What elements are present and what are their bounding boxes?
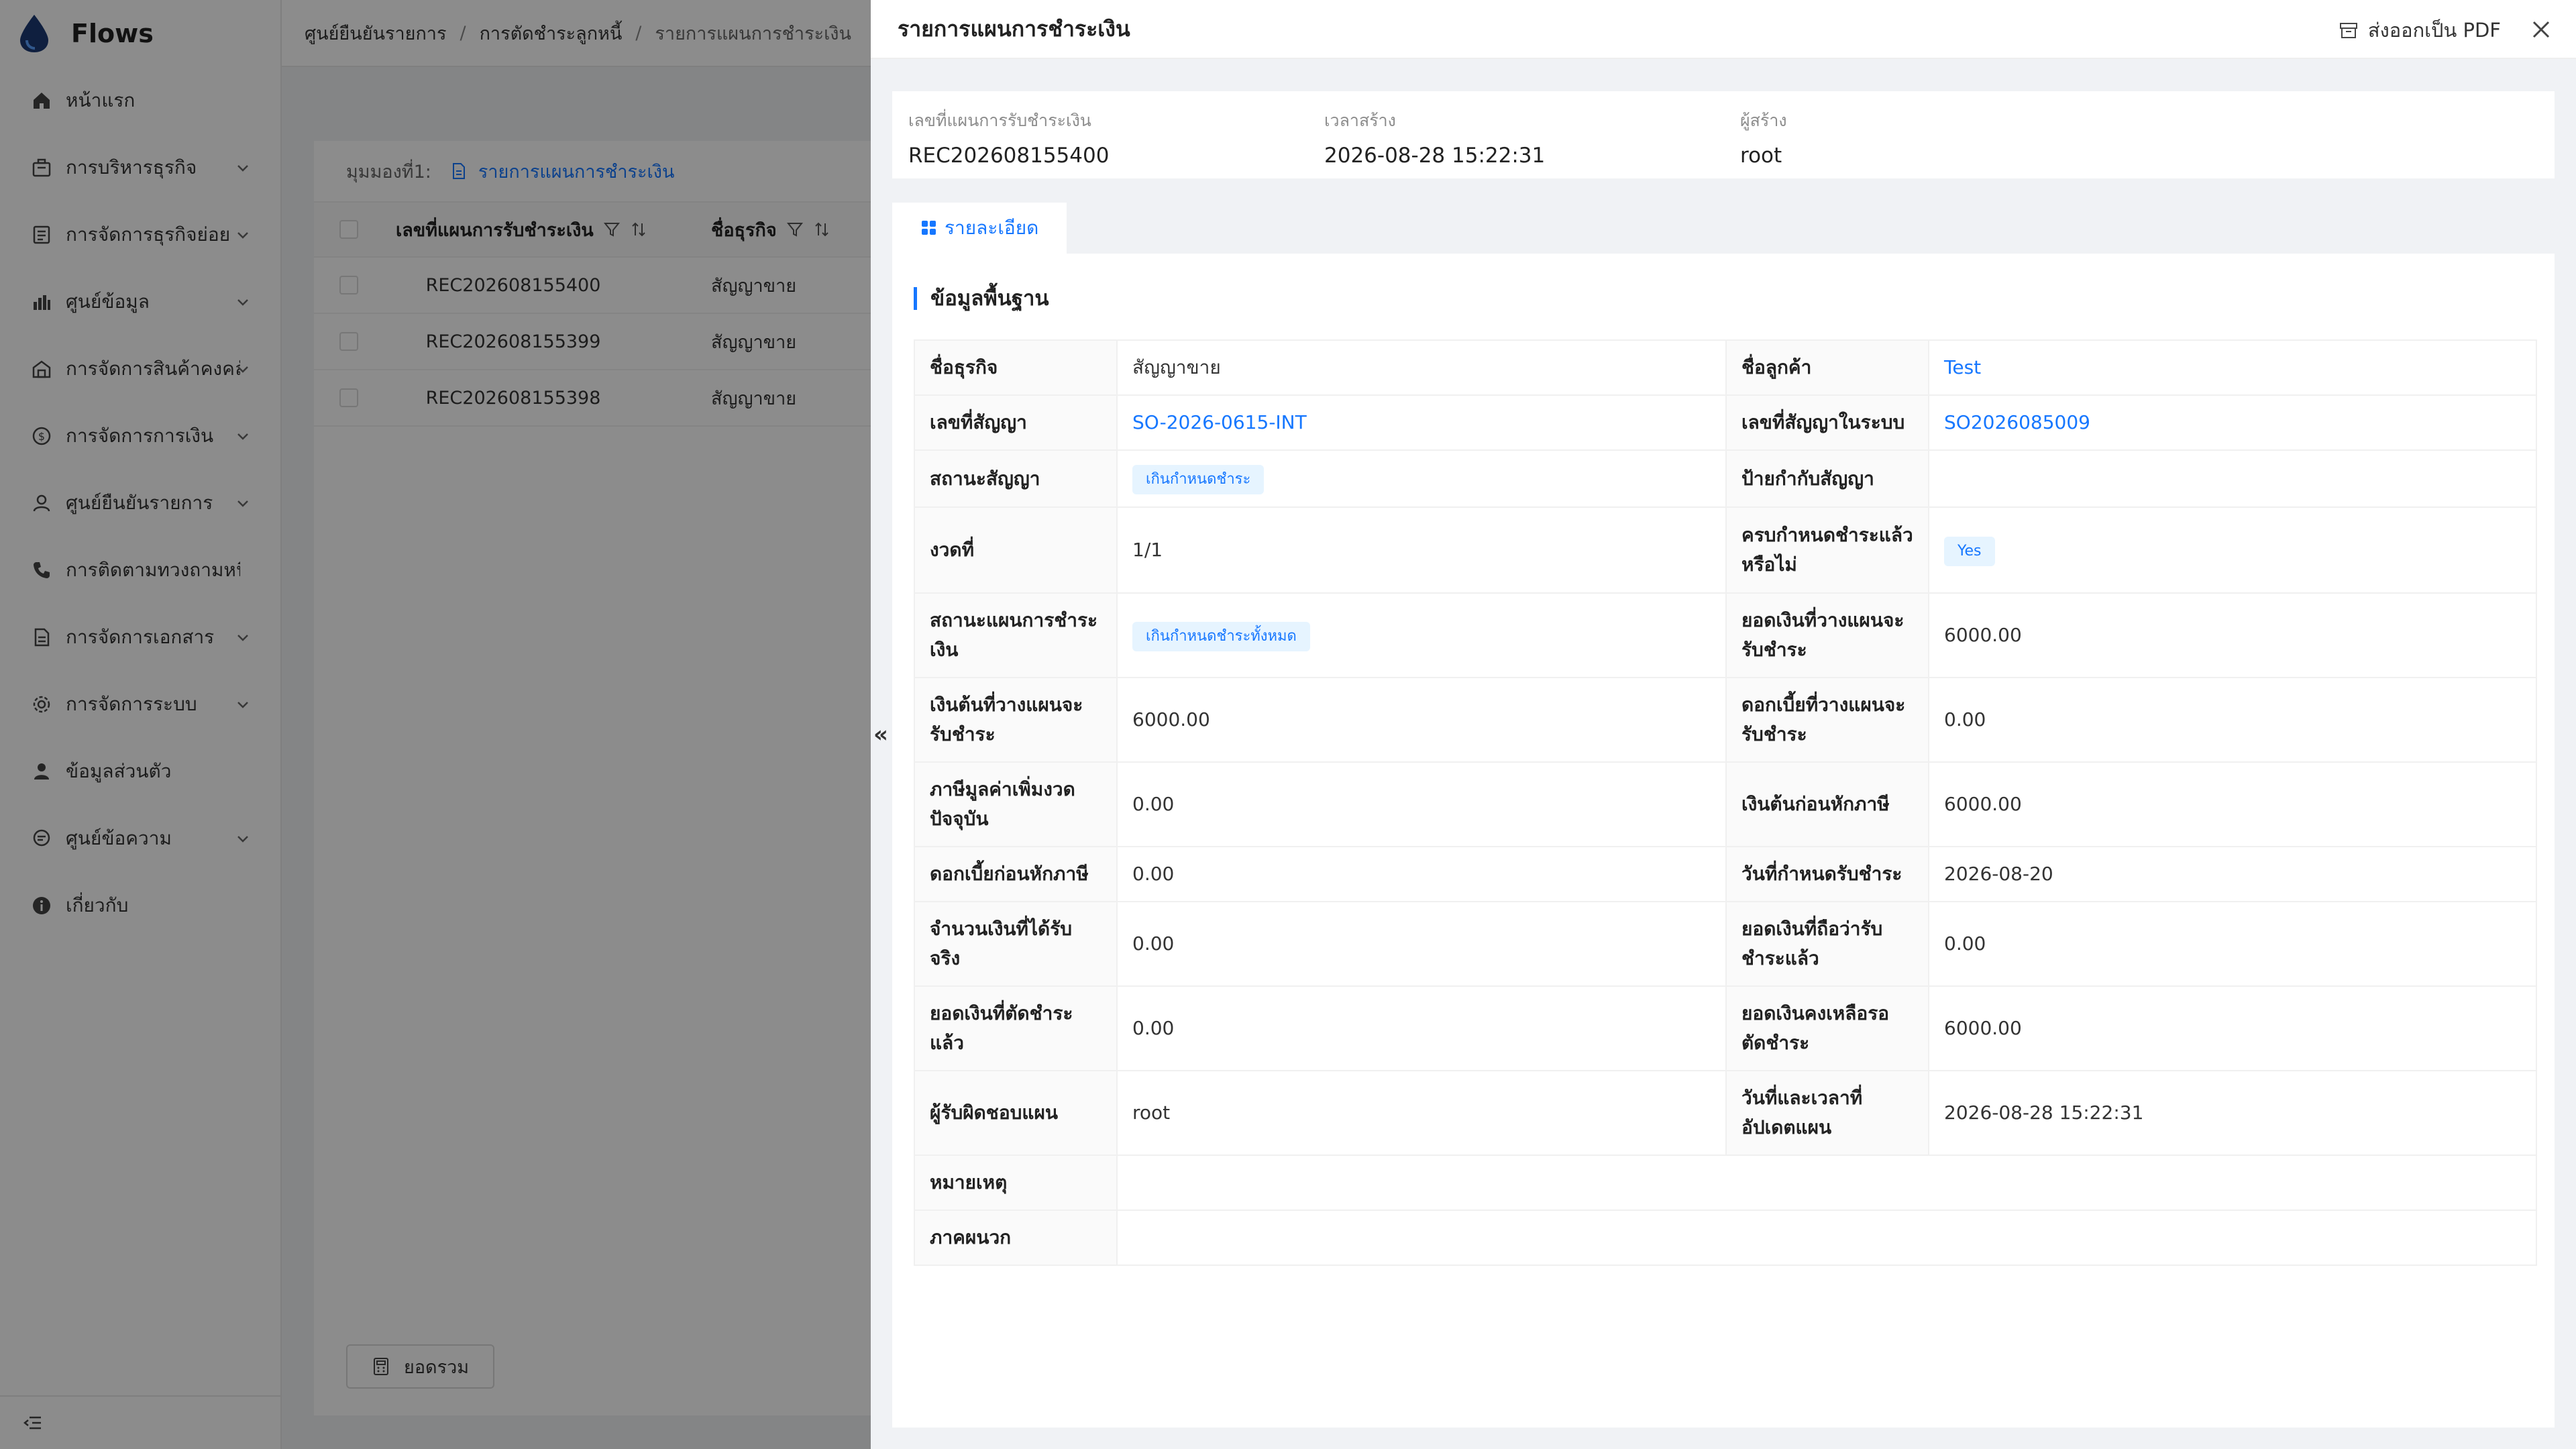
field-label: ยอดเงินที่วางแผนจะรับชำระ	[1725, 592, 1929, 678]
basic-info-table: ชื่อธุรกิจ สัญญาขาย ชื่อลูกค้า Test เลขท…	[914, 339, 2537, 1266]
field-label: ภาษีมูลค่าเพิ่มงวดปัจจุบัน	[914, 761, 1118, 847]
field-label: หมายเหตุ	[914, 1155, 1118, 1211]
field-value: 6000.00	[1928, 592, 2537, 678]
drawer-tabs: รายละเอียด	[892, 203, 1067, 254]
link-text: SO-2026-0615-INT	[1132, 411, 1307, 433]
field-value: 0.00	[1116, 761, 1727, 847]
field-value: 0.00	[1116, 846, 1727, 902]
info-row: ชื่อธุรกิจ สัญญาขาย ชื่อลูกค้า Test	[914, 339, 2537, 396]
archive-icon	[2339, 23, 2357, 38]
export-pdf-label: ส่งออกเป็น PDF	[2367, 19, 2501, 42]
field-label: จำนวนเงินที่ได้รับจริง	[914, 901, 1118, 987]
field-value: สัญญาขาย	[1116, 339, 1727, 396]
field-value: 0.00	[1116, 901, 1727, 987]
info-row-remark: หมายเหตุ	[914, 1155, 2537, 1211]
field-label: ครบกำหนดชำระแล้วหรือไม่	[1725, 506, 1929, 594]
field-value: 2026-08-20	[1928, 846, 2537, 902]
info-row: ยอดเงินที่ตัดชำระแล้ว 0.00 ยอดเงินคงเหลื…	[914, 985, 2537, 1071]
info-row: จำนวนเงินที่ได้รับจริง 0.00 ยอดเงินที่ถื…	[914, 901, 2537, 987]
field-label: ดอกเบี้ยก่อนหักภาษี	[914, 846, 1118, 902]
field-value: 0.00	[1116, 985, 1727, 1071]
field-label: ยอดเงินที่ถือว่ารับชำระแล้ว	[1725, 901, 1929, 987]
status-badge: เกินกำหนดชำระทั้งหมด	[1132, 621, 1310, 651]
tab-details[interactable]: รายละเอียด	[892, 203, 1067, 254]
field-label: ชื่อลูกค้า	[1725, 339, 1929, 396]
meta-card: เลขที่แผนการรับชำระเงิน REC202608155400 …	[892, 91, 2555, 178]
info-row: ภาษีมูลค่าเพิ่มงวดปัจจุบัน 0.00 เงินต้นก…	[914, 761, 2537, 847]
section-title: ข้อมูลพื้นฐาน	[914, 287, 1049, 310]
field-value: root	[1116, 1070, 1727, 1156]
status-badge: เกินกำหนดชำระ	[1132, 465, 1265, 494]
field-label: ชื่อธุรกิจ	[914, 339, 1118, 396]
meta-creator: ผู้สร้าง root	[1740, 107, 1787, 168]
field-value: 0.00	[1928, 901, 2537, 987]
field-value: 6000.00	[1928, 761, 2537, 847]
drawer-collapse-handle[interactable]: «	[871, 718, 891, 751]
field-label: ผู้รับผิดชอบแผน	[914, 1070, 1118, 1156]
field-label: ดอกเบี้ยที่วางแผนจะรับชำระ	[1725, 677, 1929, 763]
field-value: 6000.00	[1928, 985, 2537, 1071]
info-row: เลขที่สัญญา SO-2026-0615-INT เลขที่สัญญา…	[914, 394, 2537, 451]
field-label: เงินต้นที่วางแผนจะรับชำระ	[914, 677, 1118, 763]
info-row: งวดที่ 1/1 ครบกำหนดชำระแล้วหรือไม่ Yes	[914, 506, 2537, 594]
drawer-title: รายการแผนการชำระเงิน	[898, 15, 1130, 42]
customer-name-link[interactable]: Test	[1928, 339, 2537, 396]
detail-card: ข้อมูลพื้นฐาน ชื่อธุรกิจ สัญญาขาย ชื่อลู…	[892, 254, 2555, 1428]
info-row: ดอกเบี้ยก่อนหักภาษี 0.00 วันที่กำหนดรับช…	[914, 846, 2537, 902]
field-label: เลขที่สัญญาในระบบ	[1725, 394, 1929, 451]
field-value	[1928, 449, 2537, 508]
info-row: เงินต้นที่วางแผนจะรับชำระ 6000.00 ดอกเบี…	[914, 677, 2537, 763]
field-value: Yes	[1928, 506, 2537, 594]
meta-plan-no: เลขที่แผนการรับชำระเงิน REC202608155400	[908, 107, 1109, 168]
contract-no-link[interactable]: SO-2026-0615-INT	[1116, 394, 1727, 451]
field-label: วันที่กำหนดรับชำระ	[1725, 846, 1929, 902]
field-value: 6000.00	[1116, 677, 1727, 763]
yes-badge: Yes	[1944, 536, 1995, 566]
detail-drawer: รายการแผนการชำระเงิน ส่งออกเป็น PDF « เล…	[871, 0, 2576, 1449]
field-value: เกินกำหนดชำระ	[1116, 449, 1727, 508]
link-text: SO2026085009	[1944, 411, 2090, 433]
meta-value: REC202608155400	[908, 144, 1110, 168]
meta-label: เวลาสร้าง	[1324, 111, 1396, 130]
system-contract-no-link[interactable]: SO2026085009	[1928, 394, 2537, 451]
link-text: Test	[1944, 356, 1982, 378]
info-row: ผู้รับผิดชอบแผน root วันที่และเวลาที่อัป…	[914, 1070, 2537, 1156]
field-label: ป้ายกำกับสัญญา	[1725, 449, 1929, 508]
tab-label: รายละเอียด	[945, 217, 1039, 239]
field-label: ยอดเงินที่ตัดชำระแล้ว	[914, 985, 1118, 1071]
field-label: สถานะแผนการชำระเงิน	[914, 592, 1118, 678]
info-row-attachment: ภาคผนวก	[914, 1210, 2537, 1266]
field-label: งวดที่	[914, 506, 1118, 594]
field-label: วันที่และเวลาที่อัปเดตแผน	[1725, 1070, 1929, 1156]
remark-value	[1116, 1155, 2537, 1211]
grid-icon	[922, 221, 936, 235]
info-row: สถานะแผนการชำระเงิน เกินกำหนดชำระทั้งหมด…	[914, 592, 2537, 678]
field-label: ยอดเงินคงเหลือรอตัดชำระ	[1725, 985, 1929, 1071]
close-icon[interactable]	[2529, 17, 2553, 42]
field-value: 1/1	[1116, 506, 1727, 594]
drawer-header: รายการแผนการชำระเงิน ส่งออกเป็น PDF	[871, 0, 2576, 59]
meta-label: เลขที่แผนการรับชำระเงิน	[908, 111, 1091, 130]
field-value: 0.00	[1928, 677, 2537, 763]
meta-created-time: เวลาสร้าง 2026-08-28 15:22:31	[1324, 107, 1545, 168]
field-label: เลขที่สัญญา	[914, 394, 1118, 451]
field-label: ภาคผนวก	[914, 1210, 1118, 1266]
field-label: เงินต้นก่อนหักภาษี	[1725, 761, 1929, 847]
meta-value: root	[1740, 144, 1782, 168]
field-value: เกินกำหนดชำระทั้งหมด	[1116, 592, 1727, 678]
meta-label: ผู้สร้าง	[1740, 111, 1787, 130]
attachment-value	[1116, 1210, 2537, 1266]
export-pdf-button[interactable]: ส่งออกเป็น PDF	[2339, 15, 2501, 46]
meta-value: 2026-08-28 15:22:31	[1324, 144, 1546, 168]
info-row: สถานะสัญญา เกินกำหนดชำระ ป้ายกำกับสัญญา	[914, 449, 2537, 508]
field-label: สถานะสัญญา	[914, 449, 1118, 508]
field-value: 2026-08-28 15:22:31	[1928, 1070, 2537, 1156]
